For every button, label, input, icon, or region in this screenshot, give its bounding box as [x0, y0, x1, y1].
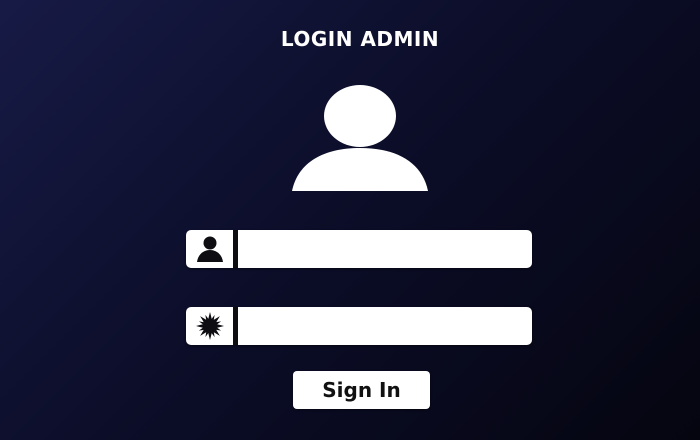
asterisk-icon: [186, 307, 238, 345]
page-title: LOGIN ADMIN: [280, 27, 440, 51]
username-field[interactable]: [186, 230, 532, 268]
user-icon: [186, 230, 238, 268]
password-input[interactable]: [242, 307, 528, 345]
username-input[interactable]: [242, 230, 528, 268]
sign-in-button[interactable]: Sign In: [293, 371, 430, 409]
user-avatar-icon: [292, 85, 428, 191]
password-field[interactable]: [186, 307, 532, 345]
